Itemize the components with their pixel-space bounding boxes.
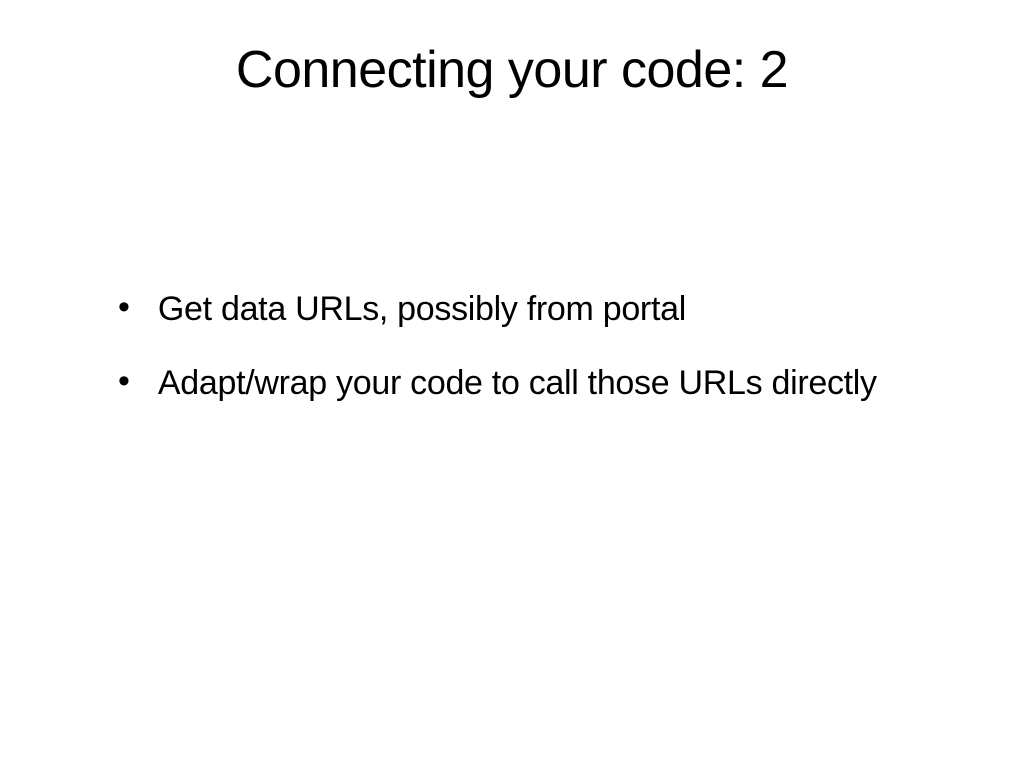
bullet-icon: • xyxy=(118,290,130,324)
bullet-list: • Get data URLs, possibly from portal • … xyxy=(118,288,924,435)
list-item: • Get data URLs, possibly from portal xyxy=(118,288,924,332)
slide-title: Connecting your code: 2 xyxy=(0,40,1024,100)
bullet-text: Adapt/wrap your code to call those URLs … xyxy=(158,362,877,406)
bullet-icon: • xyxy=(118,364,130,398)
list-item: • Adapt/wrap your code to call those URL… xyxy=(118,362,924,406)
bullet-text: Get data URLs, possibly from portal xyxy=(158,288,686,332)
slide-container: Connecting your code: 2 • Get data URLs,… xyxy=(0,0,1024,768)
